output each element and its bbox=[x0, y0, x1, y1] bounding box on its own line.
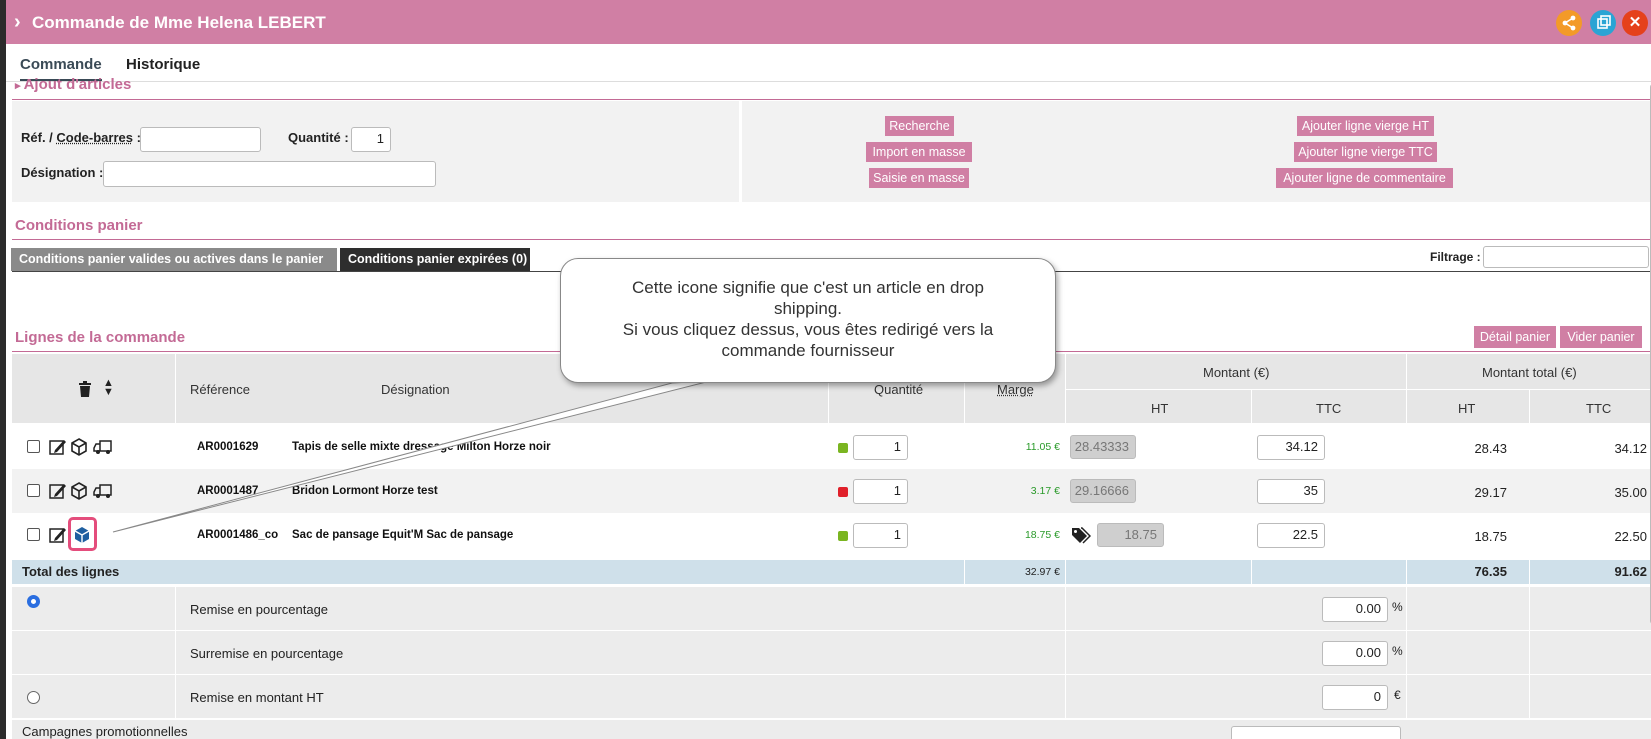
callout-line-1: Cette icone signifie que c'est un articl… bbox=[632, 278, 984, 318]
order-window: › Commande de Mme Helena LEBERT ✕ Comman… bbox=[6, 0, 1651, 739]
callout-line-2: Si vous cliquez dessus, vous êtes rediri… bbox=[622, 320, 994, 360]
help-callout: Cette icone signifie que c'est un articl… bbox=[560, 258, 1056, 383]
